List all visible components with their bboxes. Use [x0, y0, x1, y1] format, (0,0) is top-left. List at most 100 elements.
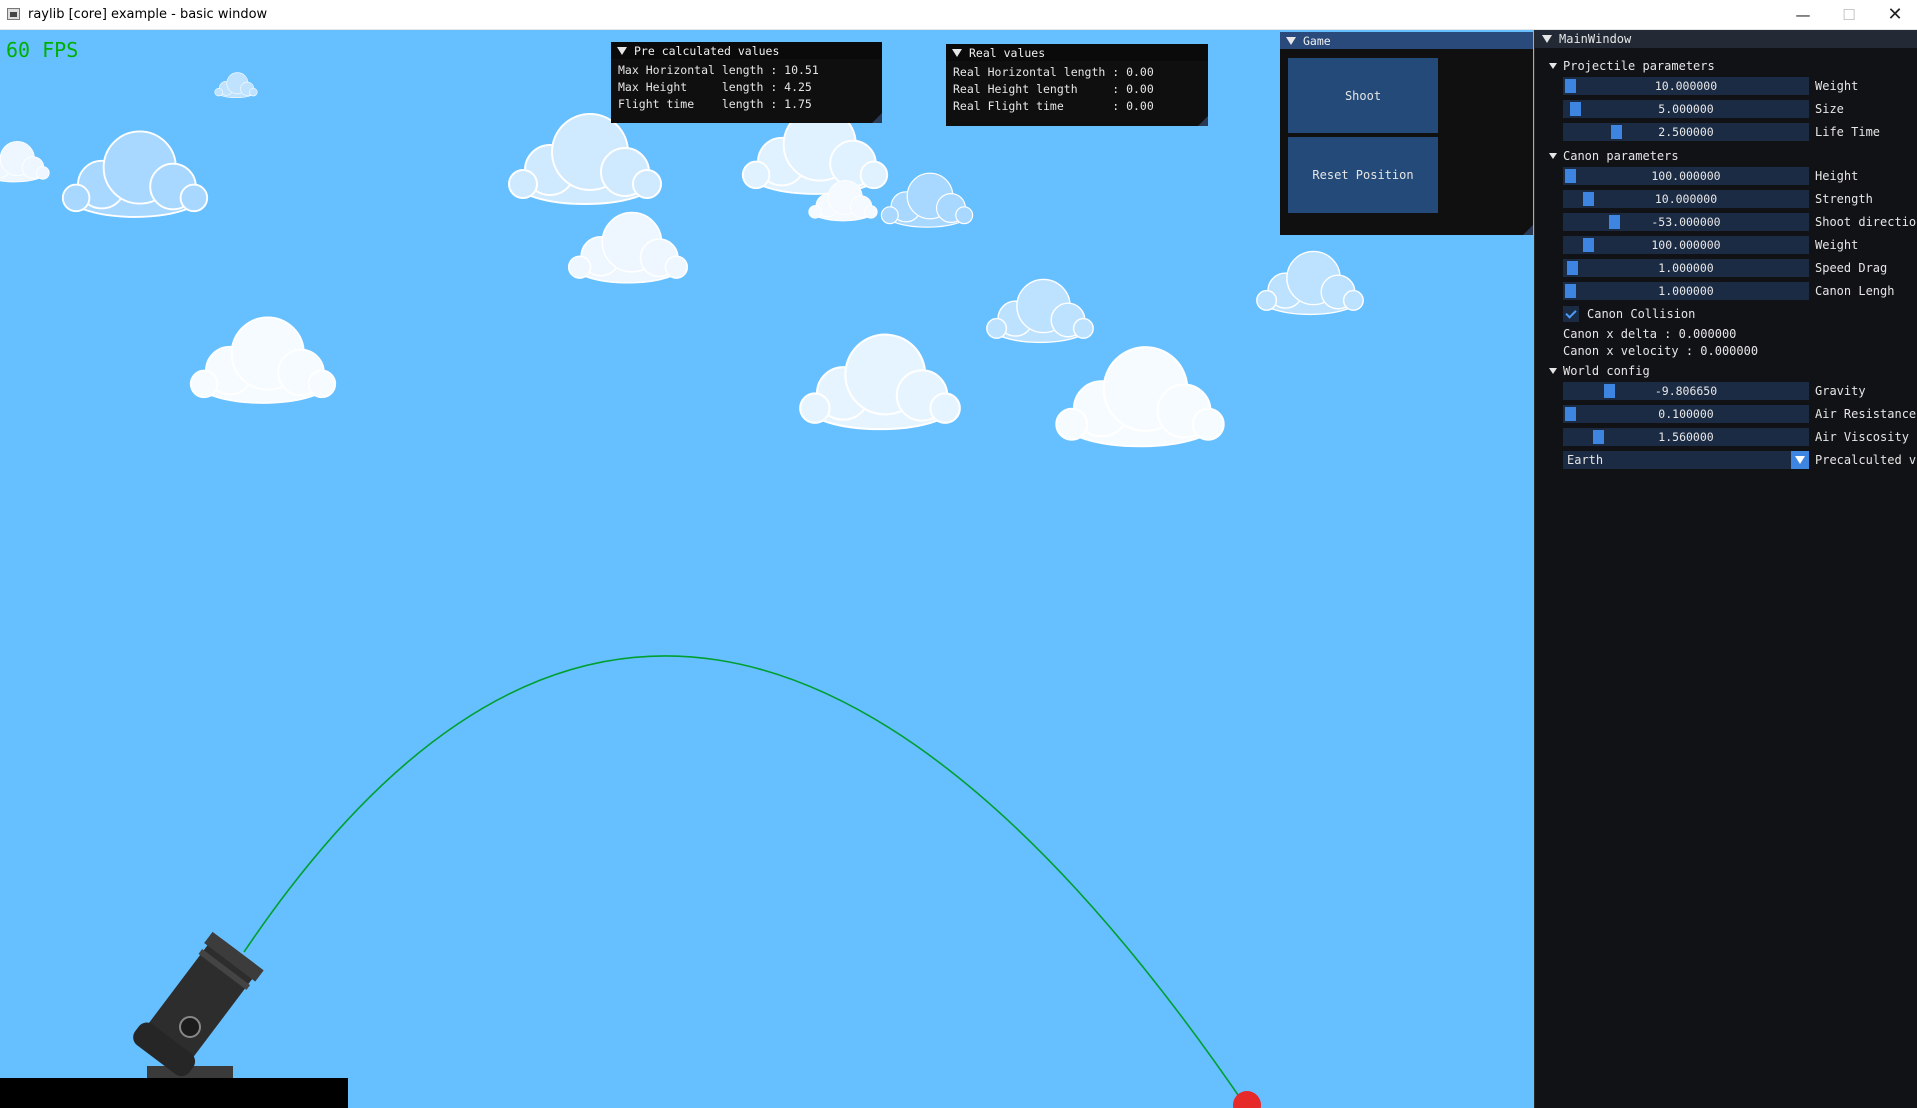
real-values-window: Real values Real Horizontal length : 0.0…	[946, 44, 1208, 126]
collapse-arrow-icon[interactable]	[617, 46, 627, 55]
slider-value: 10.000000	[1654, 79, 1718, 93]
section-projectile-label: Projectile parameters	[1563, 59, 1715, 73]
close-button[interactable]: ✕	[1872, 0, 1917, 29]
gravity-slider[interactable]: -9.806650	[1563, 382, 1809, 400]
maximize-button[interactable]: ☐	[1826, 0, 1872, 29]
preset-combo-value: Earth	[1567, 453, 1604, 467]
slider-value: 2.500000	[1658, 125, 1714, 139]
trajectory-line	[243, 655, 1248, 1108]
cloud	[567, 211, 689, 284]
collapse-arrow-icon[interactable]	[1286, 36, 1296, 45]
cloud	[61, 130, 209, 218]
canon-collision-checkbox[interactable]	[1563, 306, 1579, 322]
slider-label: Canon Lengh	[1815, 284, 1895, 298]
collapse-arrow-icon[interactable]	[952, 48, 962, 57]
fps-counter: 60 FPS	[6, 38, 79, 62]
air-resistance-slider[interactable]: 0.100000	[1563, 405, 1809, 423]
projectile-lifetime-slider[interactable]: 2.500000	[1563, 123, 1809, 141]
reset-position-button[interactable]: Reset Position	[1288, 137, 1438, 213]
resize-grip[interactable]	[1523, 225, 1533, 235]
real-values-header[interactable]: Real values	[946, 44, 1208, 61]
app-icon	[7, 8, 20, 20]
slider-label: Weight	[1815, 238, 1859, 252]
precalc-window: Pre calculated values Max Horizontal len…	[611, 42, 882, 123]
canon-speed-drag-slider[interactable]: 1.000000	[1563, 259, 1809, 277]
window-title: raylib [core] example - basic window	[28, 7, 268, 22]
game-window-header[interactable]: Game	[1280, 32, 1533, 49]
slider-value: 100.000000	[1651, 169, 1721, 183]
real-values-row: Real Height length : 0.00	[953, 82, 1154, 96]
chevron-down-icon[interactable]	[1791, 451, 1809, 469]
cloud	[508, 113, 662, 205]
slider-value: -9.806650	[1654, 384, 1718, 398]
slider-label: Speed Drag	[1815, 261, 1888, 275]
section-world-label: World config	[1563, 364, 1650, 378]
slider-value: 0.100000	[1658, 407, 1714, 421]
real-values-title: Real values	[969, 45, 1046, 60]
slider-label: Size	[1815, 102, 1844, 116]
minimize-button[interactable]: —	[1780, 0, 1826, 29]
canon-strength-slider[interactable]: 10.000000	[1563, 190, 1809, 208]
canon-direction-slider[interactable]: -53.000000	[1563, 213, 1809, 231]
slider-label: Strength	[1815, 192, 1873, 206]
cloud	[214, 72, 258, 99]
projectile-weight-slider[interactable]: 10.000000	[1563, 77, 1809, 95]
resize-grip[interactable]	[1198, 116, 1208, 126]
slider-label: Air Resistance	[1815, 407, 1917, 421]
slider-label: Gravity	[1815, 384, 1866, 398]
canon-length-slider[interactable]: 1.000000	[1563, 282, 1809, 300]
section-projectile[interactable]: Projectile parameters	[1549, 59, 1715, 73]
slider-value: 1.000000	[1658, 261, 1714, 275]
game-window-title: Game	[1303, 33, 1331, 48]
slider-value: 1.560000	[1658, 430, 1714, 444]
main-window-header[interactable]: MainWindow	[1535, 30, 1917, 48]
main-window-title: MainWindow	[1559, 32, 1632, 46]
precalc-row: Flight time length : 1.75	[618, 97, 812, 111]
canon-collision-label: Canon Collision	[1587, 307, 1696, 321]
projectile-size-slider[interactable]: 5.000000	[1563, 100, 1809, 118]
cannon	[133, 931, 264, 1078]
slider-value: 1.000000	[1658, 284, 1714, 298]
title-bar: raylib [core] example - basic window — ☐…	[0, 0, 1917, 30]
cloud	[1256, 250, 1364, 316]
ground	[0, 1078, 348, 1108]
shoot-button[interactable]: Shoot	[1288, 58, 1438, 133]
slider-value: 10.000000	[1654, 192, 1718, 206]
tree-arrow-icon[interactable]	[1549, 368, 1557, 374]
canon-x-velocity: Canon x velocity : 0.000000	[1563, 344, 1759, 358]
resize-grip[interactable]	[872, 113, 882, 123]
cloud	[799, 333, 961, 431]
precalc-header[interactable]: Pre calculated values	[611, 42, 882, 59]
slider-label: Height	[1815, 169, 1859, 183]
slider-label: Air Viscosity	[1815, 430, 1909, 444]
cloud	[880, 172, 974, 228]
canon-weight-slider[interactable]: 100.000000	[1563, 236, 1809, 254]
slider-value: -53.000000	[1651, 215, 1721, 229]
precalc-title: Pre calculated values	[634, 43, 780, 58]
preset-label: Precalculted v	[1815, 453, 1917, 467]
section-canon-label: Canon parameters	[1563, 149, 1679, 163]
section-canon[interactable]: Canon parameters	[1549, 149, 1679, 163]
canon-height-slider[interactable]: 100.000000	[1563, 167, 1809, 185]
slider-value: 100.000000	[1651, 238, 1721, 252]
precalc-row: Max Height length : 4.25	[618, 80, 812, 94]
main-window: MainWindow Projectile parameters 10.0000…	[1534, 30, 1917, 1108]
tree-arrow-icon[interactable]	[1549, 153, 1557, 159]
preset-combo[interactable]: Earth	[1563, 451, 1809, 469]
cloud	[1055, 346, 1225, 448]
real-values-row: Real Flight time : 0.00	[953, 99, 1154, 113]
real-values-row: Real Horizontal length : 0.00	[953, 65, 1154, 79]
cloud	[0, 140, 50, 183]
precalc-row: Max Horizontal length : 10.51	[618, 63, 819, 77]
air-viscosity-slider[interactable]: 1.560000	[1563, 428, 1809, 446]
cloud	[986, 278, 1094, 344]
slider-label: Weight	[1815, 79, 1859, 93]
tree-arrow-icon[interactable]	[1549, 63, 1557, 69]
collapse-arrow-icon[interactable]	[1542, 35, 1552, 43]
clouds	[0, 72, 1364, 448]
slider-label: Life Time	[1815, 125, 1881, 139]
section-world[interactable]: World config	[1549, 364, 1650, 378]
slider-value: 5.000000	[1658, 102, 1714, 116]
cloud	[189, 316, 337, 404]
game-window: Game Shoot Reset Position	[1280, 32, 1533, 235]
